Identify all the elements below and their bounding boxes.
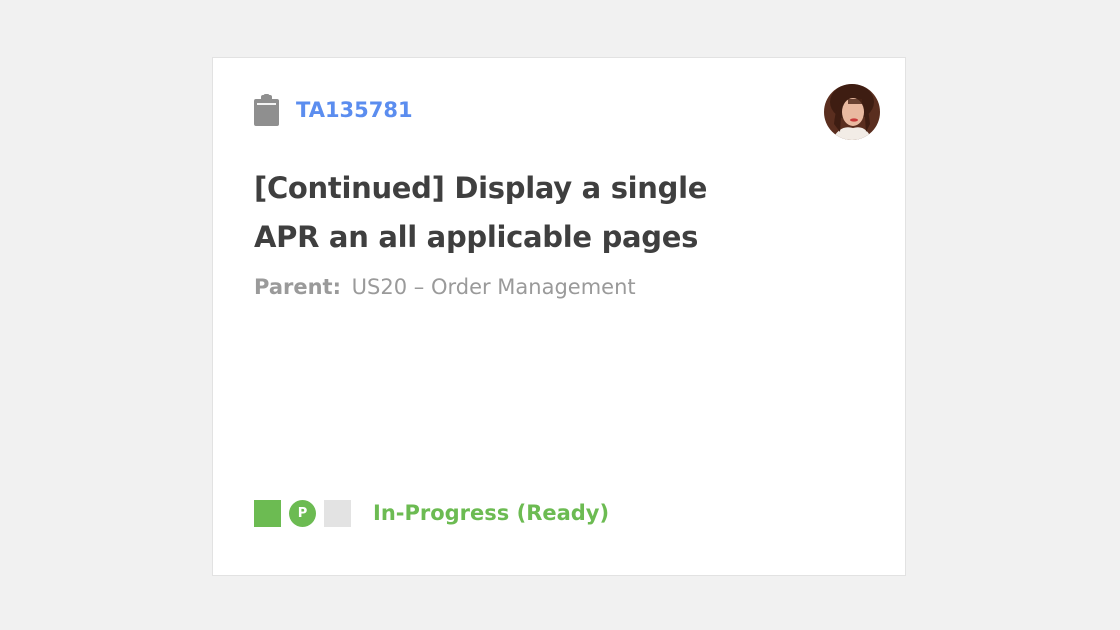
- status-label: In-Progress (Ready): [373, 501, 610, 525]
- task-title: [Continued] Display a single APR an all …: [254, 171, 708, 254]
- state-defined-indicator[interactable]: [254, 500, 281, 527]
- task-id-link[interactable]: TA135781: [296, 99, 413, 121]
- task-card[interactable]: TA135781 [Continued] Display a single AP…: [212, 57, 906, 576]
- schedule-state-bar: P In-Progress (Ready): [254, 500, 609, 527]
- parent-info: Parent: US20 – Order Management: [254, 272, 636, 302]
- clipboard-icon: [254, 94, 279, 126]
- parent-link[interactable]: US20 – Order Management: [352, 275, 636, 299]
- user-avatar[interactable]: [824, 84, 880, 140]
- state-completed-indicator[interactable]: [324, 500, 351, 527]
- card-header: TA135781: [254, 94, 413, 126]
- parent-label: Parent:: [254, 275, 341, 299]
- state-in-progress-indicator[interactable]: P: [289, 500, 316, 527]
